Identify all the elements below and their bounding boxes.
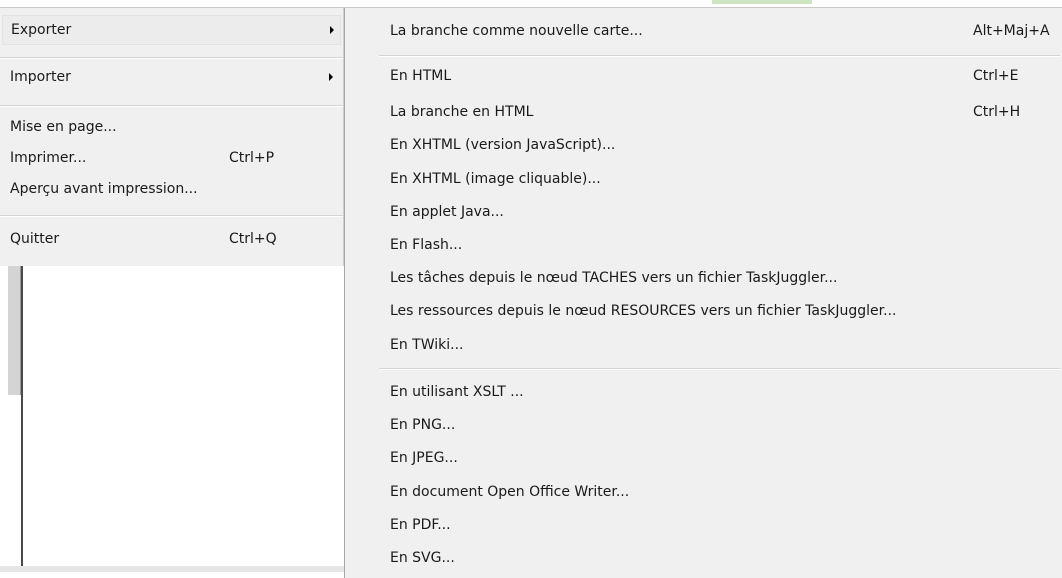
menu-item-label: Aperçu avant impression... (10, 181, 198, 197)
submenu-item-png[interactable]: En PNG... (345, 410, 1062, 440)
file-menu: Exporter Importer Mise en page... Imprim… (0, 8, 344, 266)
menu-separator (0, 105, 343, 107)
submenu-item-label: La branche en HTML (390, 104, 534, 120)
submenu-item-open-office-writer[interactable]: En document Open Office Writer... (345, 477, 1062, 507)
submenu-item-label: Les ressources depuis le nœud RESOURCES … (390, 303, 897, 319)
canvas-border (21, 255, 23, 572)
submenu-item-label: En XHTML (image cliquable)... (390, 171, 601, 187)
menu-item-label: Importer (10, 69, 71, 85)
menu-item-export[interactable]: Exporter (2, 15, 341, 45)
submenu-item-xslt[interactable]: En utilisant XSLT ... (345, 377, 1062, 407)
menu-separator (0, 57, 343, 59)
submenu-item-label: En SVG... (390, 550, 455, 566)
menu-separator (0, 215, 343, 217)
menu-item-page-setup[interactable]: Mise en page... (0, 112, 343, 142)
submenu-item-shortcut: Ctrl+H (973, 104, 1021, 120)
menu-item-print-preview[interactable]: Aperçu avant impression... (0, 174, 343, 204)
submenu-item-branch-html[interactable]: La branche en HTML Ctrl+H (345, 97, 1062, 127)
submenu-item-label: En HTML (390, 68, 452, 84)
submenu-arrow-icon (330, 26, 334, 34)
menu-item-quit[interactable]: Quitter Ctrl+Q (0, 224, 343, 254)
document-canvas (0, 267, 344, 572)
submenu-item-label: La branche comme nouvelle carte... (390, 23, 643, 39)
submenu-item-label: En TWiki... (390, 337, 464, 353)
submenu-item-jpeg[interactable]: En JPEG... (345, 443, 1062, 473)
submenu-item-label: En Flash... (390, 237, 463, 253)
submenu-item-label: Les tâches depuis le nœud TACHES vers un… (390, 270, 838, 286)
status-strip (0, 566, 344, 572)
submenu-item-svg[interactable]: En SVG... (345, 543, 1062, 573)
submenu-item-branch-new-map[interactable]: La branche comme nouvelle carte... Alt+M… (345, 16, 1062, 46)
background-decoration (712, 0, 812, 4)
menu-item-shortcut: Ctrl+Q (229, 231, 277, 247)
submenu-item-java-applet[interactable]: En applet Java... (345, 197, 1062, 227)
submenu-item-label: En XHTML (version JavaScript)... (390, 137, 616, 153)
submenu-item-xhtml-javascript[interactable]: En XHTML (version JavaScript)... (345, 130, 1062, 160)
submenu-item-twiki[interactable]: En TWiki... (345, 330, 1062, 360)
submenu-item-label: En document Open Office Writer... (390, 484, 630, 500)
menu-item-label: Mise en page... (10, 119, 117, 135)
submenu-item-shortcut: Alt+Maj+A (973, 23, 1050, 39)
submenu-item-shortcut: Ctrl+E (973, 68, 1019, 84)
menu-separator (379, 368, 1060, 370)
submenu-item-label: En JPEG... (390, 450, 458, 466)
vertical-scrollbar[interactable] (8, 255, 21, 395)
menu-item-print[interactable]: Imprimer... Ctrl+P (0, 143, 343, 173)
submenu-item-flash[interactable]: En Flash... (345, 230, 1062, 260)
menu-item-shortcut: Ctrl+P (229, 150, 275, 166)
submenu-item-pdf[interactable]: En PDF... (345, 510, 1062, 540)
submenu-item-label: En PDF... (390, 517, 451, 533)
menu-item-label: Imprimer... (10, 150, 87, 166)
submenu-arrow-icon (329, 73, 333, 81)
submenu-item-label: En utilisant XSLT ... (390, 384, 524, 400)
menu-item-label: Exporter (11, 22, 72, 38)
menu-item-import[interactable]: Importer (0, 62, 343, 92)
submenu-item-label: En applet Java... (390, 204, 504, 220)
submenu-item-xhtml-image-map[interactable]: En XHTML (image cliquable)... (345, 164, 1062, 194)
submenu-item-taskjuggler-tasks[interactable]: Les tâches depuis le nœud TACHES vers un… (345, 263, 1062, 293)
submenu-item-taskjuggler-resources[interactable]: Les ressources depuis le nœud RESOURCES … (345, 296, 1062, 326)
submenu-item-html[interactable]: En HTML Ctrl+E (345, 61, 1062, 91)
menu-separator (379, 55, 1060, 57)
menu-item-label: Quitter (10, 231, 60, 247)
export-submenu: La branche comme nouvelle carte... Alt+M… (344, 8, 1062, 578)
submenu-item-label: En PNG... (390, 417, 456, 433)
